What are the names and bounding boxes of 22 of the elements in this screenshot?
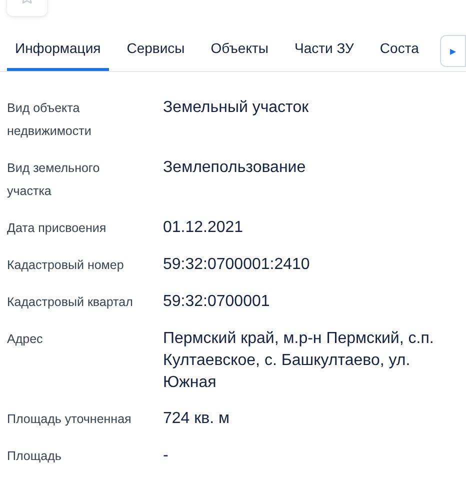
field-value: Землепользование: [163, 158, 307, 178]
field-value: 59:32:0700001: [163, 292, 271, 312]
field-label: Адрес: [7, 331, 44, 348]
field-label: Вид объекта недвижимости: [7, 100, 92, 140]
field-label: Кадастровый номер: [7, 257, 125, 274]
field-value: Пермский край, м.р-н Пермский, с.п. Култаевское, с. Башкултаево, ул. Южная: [163, 329, 435, 393]
field-value: -: [163, 446, 170, 466]
tab[interactable]: Информация: [7, 36, 109, 71]
field-value: 724 кв. м: [163, 409, 231, 429]
tab[interactable]: Сервисы: [118, 36, 193, 71]
tab[interactable]: Части ЗУ: [286, 36, 362, 71]
field-label: Дата присвоения: [7, 220, 108, 237]
field-label: Площадь уточненная: [7, 411, 132, 428]
field-value: 59:32:0700001:2410: [163, 255, 311, 275]
tab[interactable]: Объекты: [202, 36, 276, 71]
tab[interactable]: Соста: [372, 36, 427, 71]
field-value: Земельный участок: [163, 98, 310, 118]
field-value: 01.12.2021: [163, 218, 244, 238]
field-label: Кадастровый квартал: [7, 294, 134, 311]
field-label: Вид земельного участка: [7, 160, 101, 200]
field-label: Площадь: [7, 448, 62, 465]
scroll-right-button[interactable]: ▸: [440, 35, 466, 67]
